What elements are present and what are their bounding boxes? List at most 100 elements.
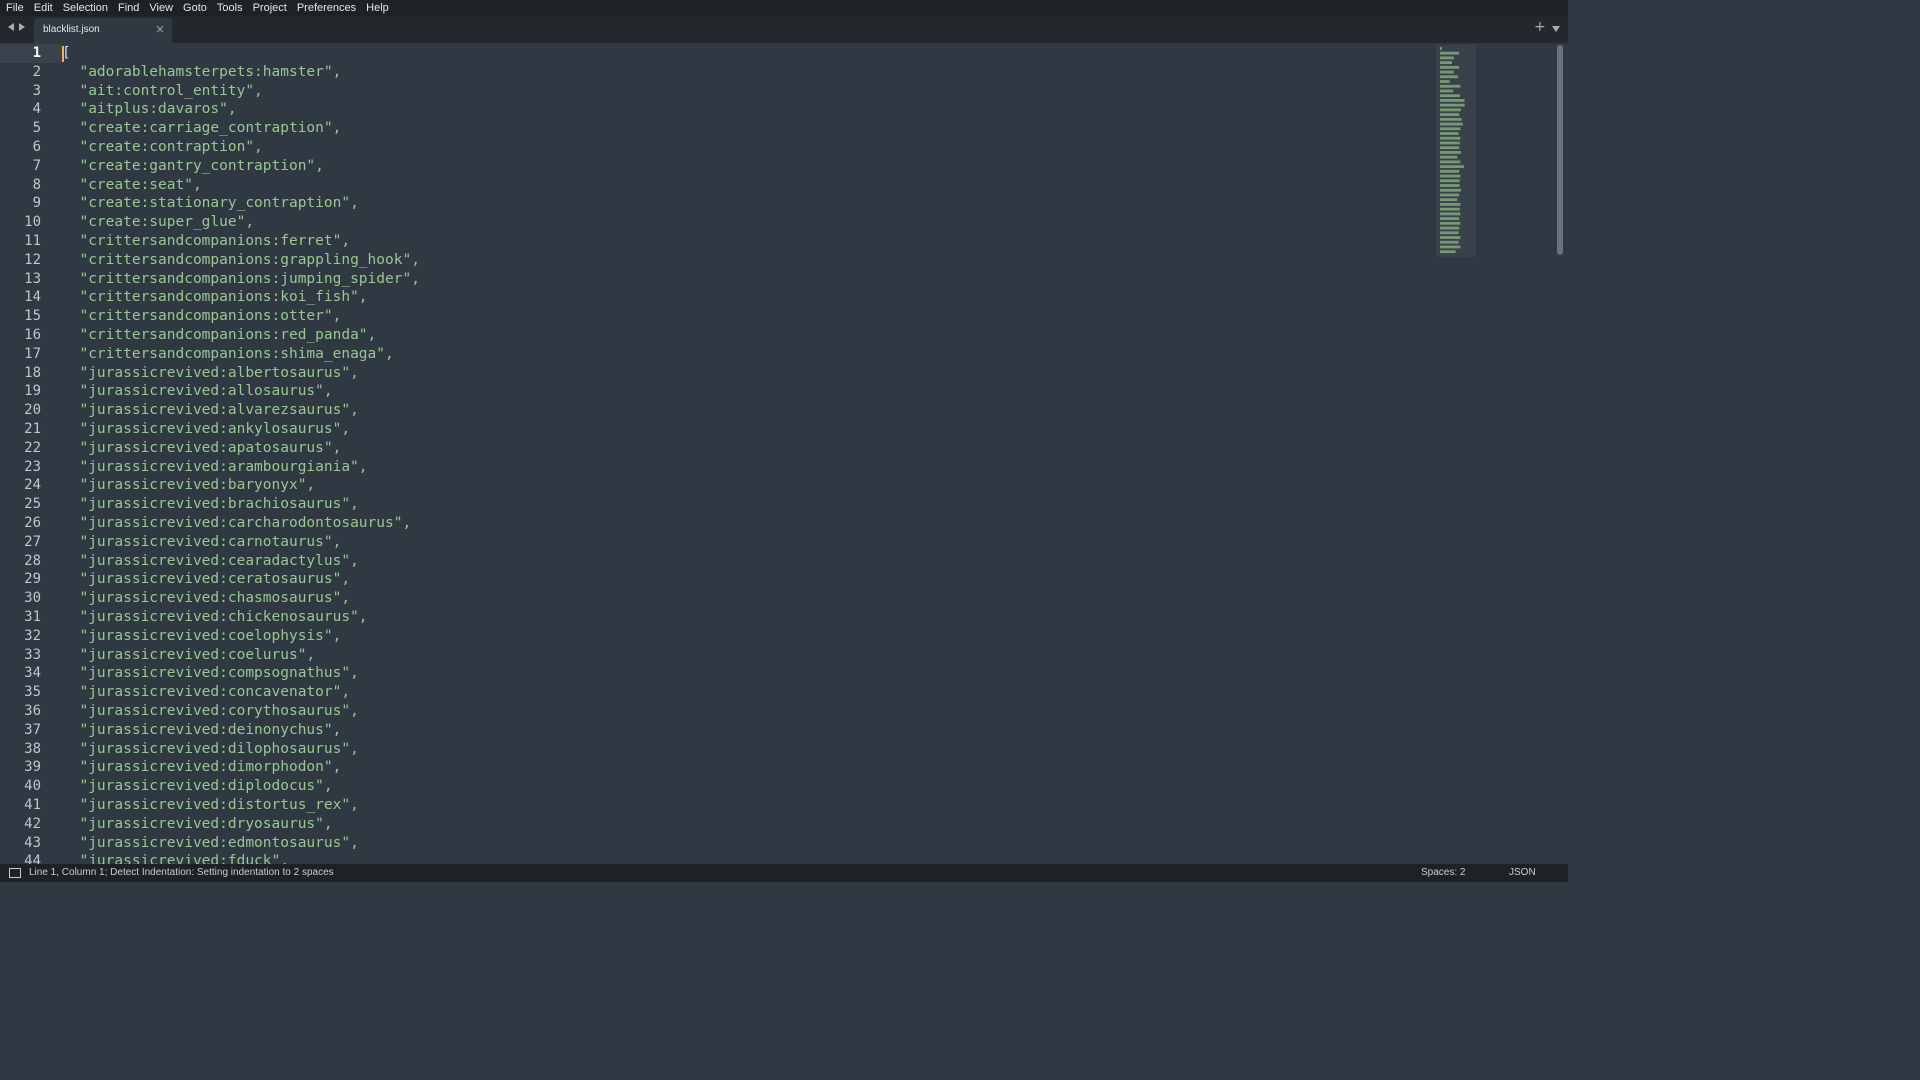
line-number: 10 [24,214,41,231]
line-number: 38 [24,740,41,757]
minimap-line [1440,169,1460,173]
line-number: 2 [32,63,41,80]
line-number: 8 [32,176,41,193]
minimap-line [1440,212,1461,216]
code-line: "jurassicrevived:brachiosaurus", [62,496,359,513]
line-number: 24 [24,477,41,494]
line-number: 3 [32,82,41,99]
line-number: 15 [24,308,41,325]
code-line: "jurassicrevived:allosaurus", [62,383,333,400]
line-number-gutter[interactable]: 1 2 3 4 5 6 7 8 9 10 11 12 13 14 15 16 17 18 19 20 21 22 23 24 2… [0,43,62,864]
line-number: 37 [24,721,41,738]
editor-area[interactable]: 1 2 3 4 5 6 7 8 9 10 11 12 13 14 15 16 17 18 19 20 21 22 23 24 2… [0,43,1568,864]
menu-edit[interactable]: Edit [29,0,58,16]
line-number: 36 [24,703,41,719]
minimap-line [1440,160,1461,164]
line-number: 30 [24,590,41,607]
code-line: "jurassicrevived:chasmosaurus", [62,590,351,607]
line-number: 7 [32,157,41,174]
sublime-window: File Edit Selection Find View Goto Tools Projec… [0,0,1568,882]
menu-project[interactable]: Project [248,0,292,16]
code-line: "crittersandcompanions:red_panda", [62,327,377,343]
code-line: "crittersandcompanions:otter", [62,308,342,325]
line-number: 4 [32,101,41,118]
minimap-line [1440,165,1464,169]
code-view[interactable]: [ "adorablehamsterpets:hamster", "ait:co… [62,43,1432,864]
line-number: 32 [24,627,41,644]
next-tab-arrow-icon[interactable] [19,23,25,31]
menu-help[interactable]: Help [361,0,394,16]
line-number: 11 [24,233,41,249]
minimap-line [1440,103,1465,107]
panel-toggle-icon[interactable] [9,868,21,878]
code-line: "create:stationary_contraption", [62,195,359,212]
minimap-line [1440,179,1460,183]
code-line: "jurassicrevived:apatosaurus", [62,439,342,456]
code-line: "jurassicrevived:edmontosaurus", [62,834,359,851]
code-line: "jurassicrevived:dilophosaurus", [62,740,359,757]
tab-menu-chevron-down-icon[interactable] [1552,26,1560,32]
menu-goto[interactable]: Goto [178,0,212,16]
close-icon[interactable]: × [155,22,165,36]
minimap-line [1440,99,1465,102]
line-number: 33 [24,646,41,663]
menu-tools[interactable]: Tools [212,0,248,16]
tab-label: blacklist.json [43,24,100,35]
line-number: 20 [24,402,41,419]
minimap-line [1440,217,1460,221]
minimap-line [1440,65,1460,69]
code-line: "ait:control_entity", [62,82,263,99]
line-number: 12 [24,251,41,268]
code-line: "crittersandcompanions:jumping_spider", [62,270,420,287]
code-line: "jurassicrevived:carnotaurus", [62,533,342,550]
new-tab-plus-icon[interactable]: + [1534,20,1546,34]
minimap-line [1440,226,1460,230]
minimap-line [1440,84,1461,88]
line-number: 39 [24,759,41,776]
code-line: "jurassicrevived:deinonychus", [62,721,342,738]
menu-selection[interactable]: Selection [58,0,113,16]
vertical-scrollbar[interactable] [1557,45,1563,255]
code-line: "jurassicrevived:baryonyx", [62,477,316,494]
code-line: "jurassicrevived:albertosaurus", [62,364,359,381]
minimap-line [1440,51,1460,55]
line-number: 16 [24,327,41,343]
minimap-line [1440,113,1460,117]
code-line: "create:super_glue", [62,214,255,231]
code-line: "aitplus:davaros", [62,101,237,118]
minimap-line [1440,151,1461,154]
indentation-indicator[interactable]: Spaces: 2 [1421,867,1465,878]
minimap-line [1440,203,1461,206]
line-number: 13 [24,270,41,287]
minimap[interactable] [1436,45,1476,257]
line-number: 29 [24,571,41,588]
menu-file[interactable]: File [0,0,29,16]
menu-preferences[interactable]: Preferences [292,0,361,16]
minimap-preview [1440,47,1465,254]
tab-blacklist-json[interactable]: blacklist.json × [34,18,172,43]
minimap-line [1440,146,1460,150]
code-line: "jurassicrevived:diplodocus", [62,778,333,795]
minimap-line [1440,108,1461,112]
code-line: "crittersandcompanions:shima_enaga", [62,345,394,362]
minimap-line [1440,240,1459,244]
code-line: "crittersandcompanions:grappling_hook", [62,251,420,268]
minimap-line [1440,127,1461,131]
syntax-indicator[interactable]: JSON [1509,867,1536,878]
minimap-line [1440,70,1454,74]
line-number: 41 [24,797,41,813]
minimap-line [1440,75,1458,79]
minimap-line [1440,132,1459,135]
menu-find[interactable]: Find [113,0,144,16]
minimap-line [1440,136,1461,140]
minimap-line [1440,221,1461,225]
previous-tab-arrow-icon[interactable] [8,23,14,31]
minimap-line [1440,188,1461,192]
line-number: 9 [32,195,41,212]
minimap-line [1440,117,1462,121]
menu-view[interactable]: View [144,0,178,16]
line-number: 25 [24,496,41,513]
minimap-line [1440,250,1456,254]
minimap-line [1440,94,1460,98]
minimap-line [1440,141,1460,145]
